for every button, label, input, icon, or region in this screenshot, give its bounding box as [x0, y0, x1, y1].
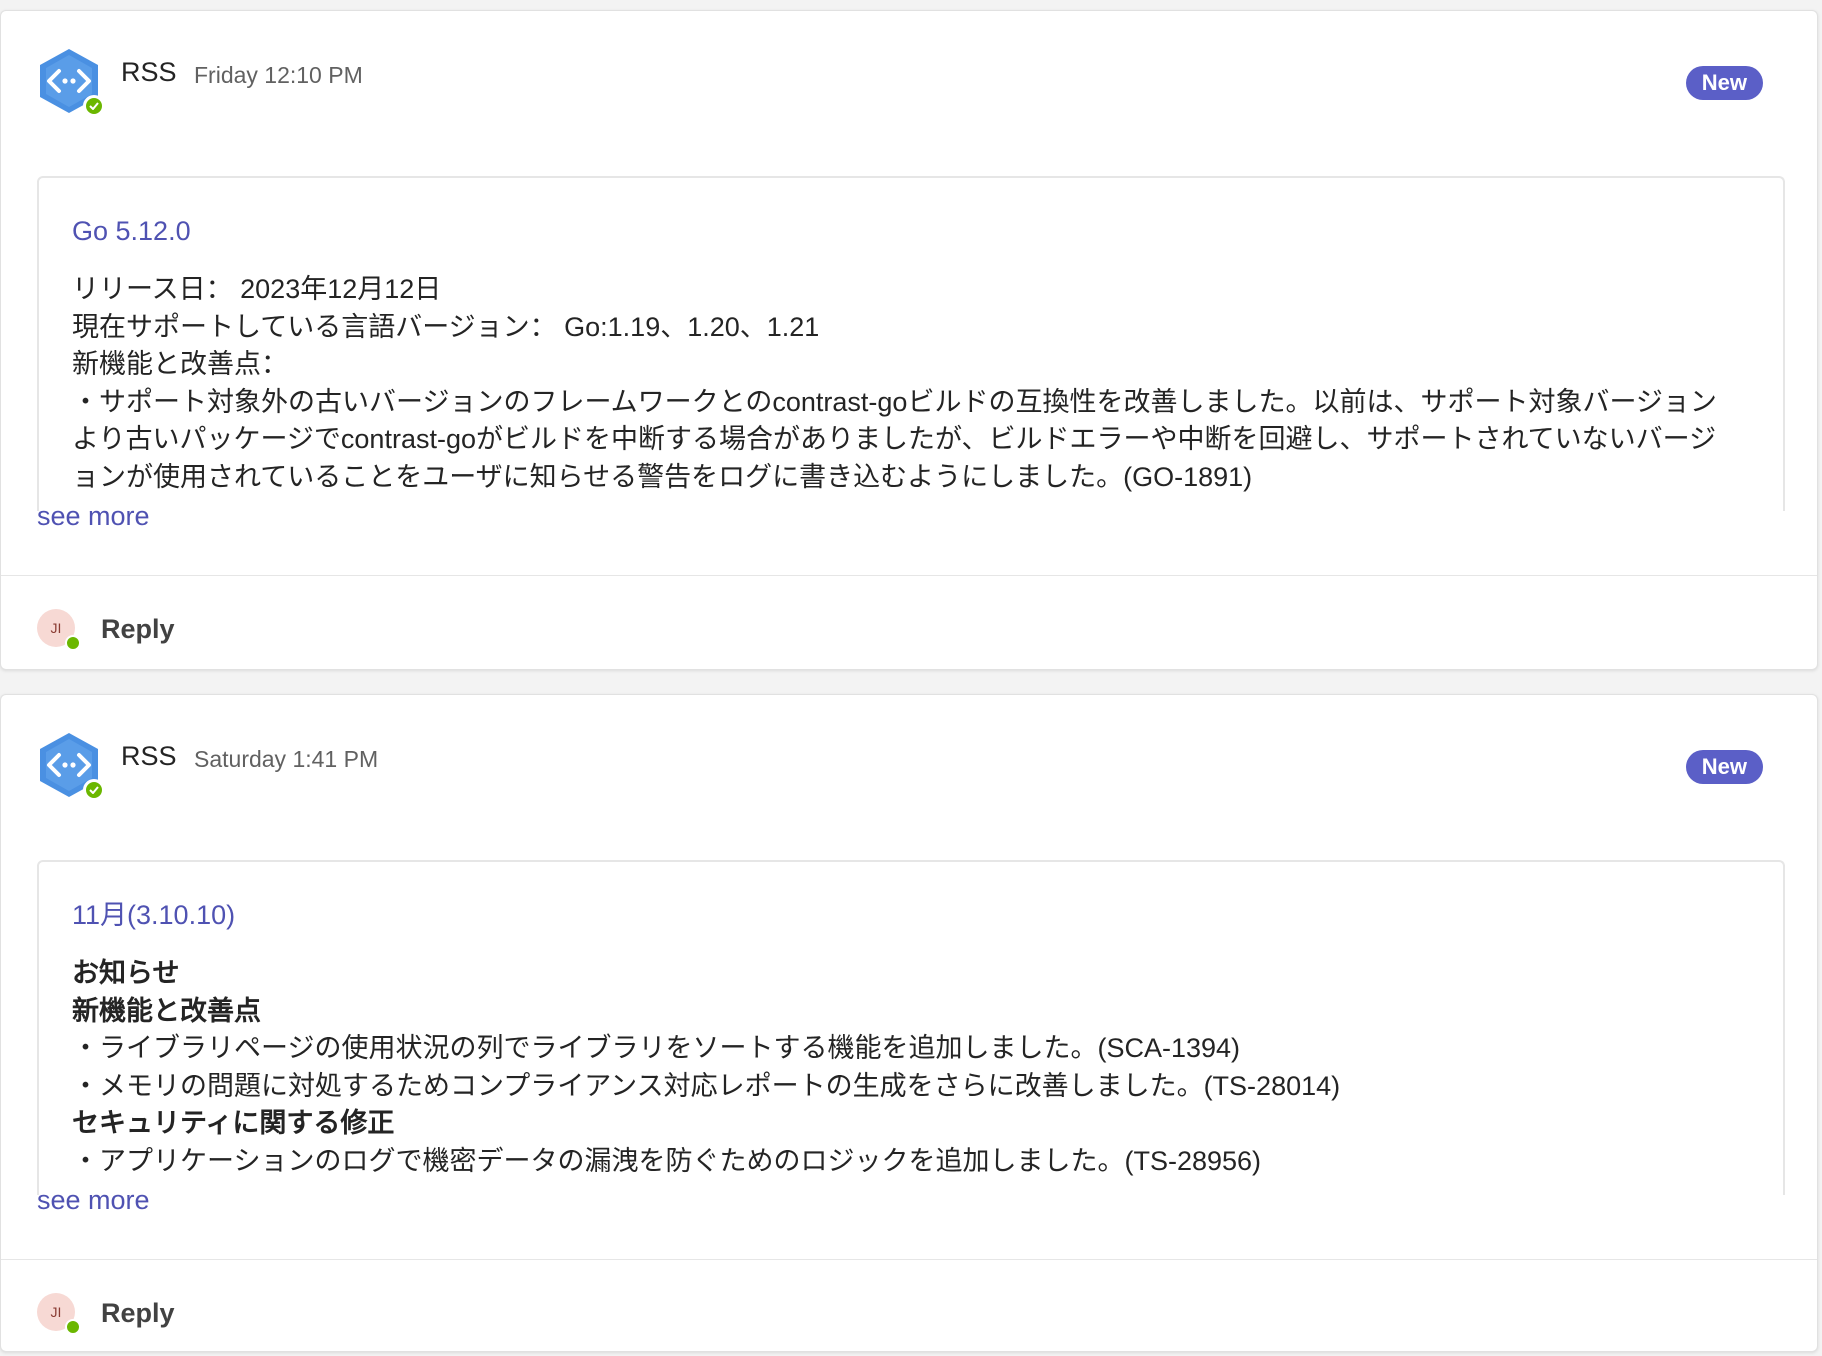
card-title-link[interactable]: Go 5.12.0 [72, 211, 1743, 251]
avatar: JI [37, 609, 81, 651]
avatar: JI [37, 1293, 81, 1335]
card-heading: セキュリティに関する修正 [72, 1108, 395, 1138]
avatar-initials: JI [50, 1304, 62, 1320]
presence-available-icon [65, 1319, 81, 1335]
avatar-initials: JI [50, 620, 62, 636]
divider [1, 1259, 1817, 1260]
reply-button[interactable]: Reply [101, 1298, 175, 1329]
card-line: ・サポート対象外の古いバージョンのフレームワークとのcontrast-goビルド… [72, 386, 1717, 492]
card-line: 新機能と改善点： [72, 349, 288, 379]
card-line: ・ライブラリページの使用状況の列でライブラリをソートする機能を追加しました。(S… [72, 1033, 1241, 1063]
message-author[interactable]: RSS [121, 741, 177, 772]
see-more-link[interactable]: see more [37, 501, 150, 532]
card-line: リリース日： 2023年12月12日 [72, 274, 442, 304]
message-timestamp: Friday 12:10 PM [194, 62, 363, 88]
card-body: リリース日： 2023年12月12日 現在サポートしている言語バージョン： Go… [72, 271, 1743, 496]
message-post: RSS Saturday 1:41 PM New 11月(3.10.10) お知… [0, 694, 1818, 1352]
card-heading: 新機能と改善点 [72, 995, 261, 1026]
presence-available-icon [83, 779, 105, 801]
message-author[interactable]: RSS [121, 57, 177, 88]
see-more-link[interactable]: see more [37, 1185, 150, 1216]
rss-card: Go 5.12.0 リリース日： 2023年12月12日 現在サポートしている言… [37, 176, 1785, 511]
new-badge: New [1685, 750, 1763, 784]
channel-feed: RSS Friday 12:10 PM New Go 5.12.0 リリース日：… [0, 0, 1822, 1356]
presence-available-icon [83, 95, 105, 117]
message-post: RSS Friday 12:10 PM New Go 5.12.0 リリース日：… [0, 10, 1818, 670]
new-badge: New [1685, 66, 1763, 100]
message-timestamp: Saturday 1:41 PM [194, 746, 379, 772]
rss-connector-icon[interactable] [35, 47, 105, 117]
card-line: ・アプリケーションのログで機密データの漏洩を防ぐためのロジックを追加しました。(… [72, 1145, 1262, 1176]
rss-card: 11月(3.10.10) お知らせ 新機能と改善点 ・ライブラリページの使用状況… [37, 860, 1785, 1195]
rss-connector-icon[interactable] [35, 731, 105, 801]
card-line: ・メモリの問題に対処するためコンプライアンス対応レポートの生成をさらに改善しまし… [72, 1070, 1341, 1101]
presence-available-icon [65, 635, 81, 651]
card-title-link[interactable]: 11月(3.10.10) [72, 895, 1743, 935]
card-heading: お知らせ [72, 958, 180, 988]
divider [1, 575, 1817, 576]
reply-button[interactable]: Reply [101, 614, 175, 645]
card-body: お知らせ 新機能と改善点 ・ライブラリページの使用状況の列でライブラリをソートす… [72, 955, 1743, 1180]
card-line: 現在サポートしている言語バージョン： Go:1.19、1.20、1.21 [72, 311, 820, 342]
